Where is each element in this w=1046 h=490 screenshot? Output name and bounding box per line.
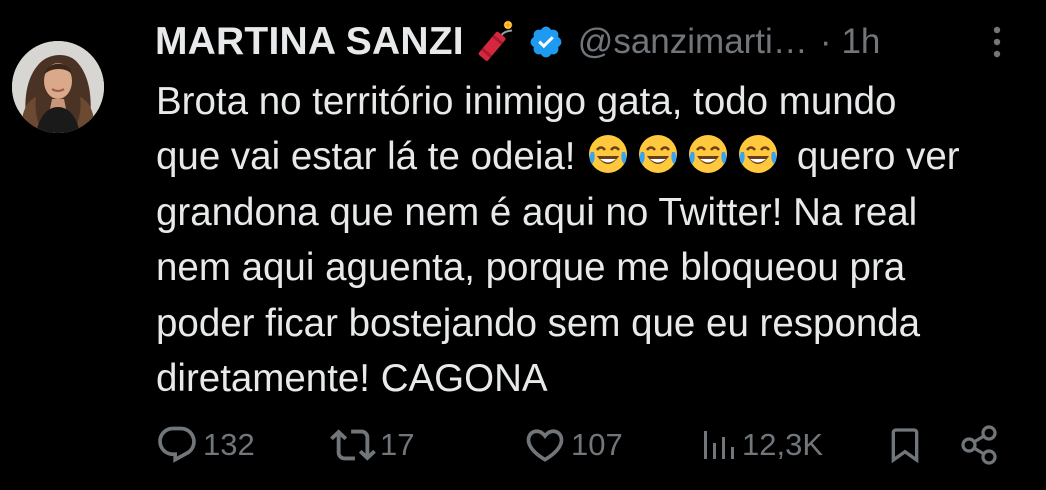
tweet-text-line: que vai estar lá te odeia! quero ver xyxy=(156,129,1026,184)
tears-of-joy-emoji-icon xyxy=(689,135,728,174)
tweet-timestamp[interactable]: 1h xyxy=(841,22,880,62)
tweet-text-line: grandona que nem é aqui no Twitter! Na r… xyxy=(156,190,918,234)
heart-icon xyxy=(526,429,564,462)
tweet-text-line: poder ficar bostejando sem que eu respon… xyxy=(156,301,921,345)
tweet-text: Brota no território inimigo gata, todo m… xyxy=(156,74,1026,406)
author-handle[interactable]: @sanzimarti… xyxy=(578,22,808,62)
like-count: 107 xyxy=(571,427,623,462)
views-count: 12,3K xyxy=(742,427,824,462)
verified-badge-icon[interactable] xyxy=(528,24,564,60)
reply-count: 132 xyxy=(203,427,255,462)
author-name[interactable]: MARTINA SANZI xyxy=(155,20,464,64)
tweet-card[interactable]: MARTINA SANZI @sanzimarti… · 1h Brota no… xyxy=(0,0,1046,490)
bookmark-button[interactable] xyxy=(885,420,925,470)
tweet-text-line: diretamente! CAGONA xyxy=(156,357,548,401)
retweet-icon xyxy=(330,429,376,461)
more-options-icon[interactable] xyxy=(985,22,1009,62)
reply-button[interactable]: 132 xyxy=(155,420,255,470)
bookmark-icon xyxy=(891,428,919,464)
tears-of-joy-emoji-icon xyxy=(739,135,778,174)
views-button[interactable]: 12,3K xyxy=(702,420,823,470)
share-icon xyxy=(961,425,997,465)
avatar[interactable] xyxy=(12,41,104,133)
retweet-button[interactable]: 17 xyxy=(330,420,414,470)
tweet-actions: 132 17 107 12,3K xyxy=(0,420,1046,470)
tweet-text-line: nem aqui aguenta, porque me bloqueou pra xyxy=(156,246,906,290)
firecracker-icon xyxy=(478,20,513,61)
tweet-header: MARTINA SANZI @sanzimarti… · 1h xyxy=(155,14,1015,70)
retweet-count: 17 xyxy=(380,427,415,462)
tweet-text-segment: quero ver xyxy=(796,135,960,179)
avatar-image xyxy=(12,41,104,133)
tweet-text-line: Brota no território inimigo gata, todo m… xyxy=(156,80,897,123)
tweet-text-segment: que vai estar lá te odeia! xyxy=(156,135,576,179)
reply-icon xyxy=(158,426,196,463)
like-button[interactable]: 107 xyxy=(523,420,623,470)
views-icon xyxy=(704,431,734,459)
header-separator: · xyxy=(819,22,832,61)
share-button[interactable] xyxy=(958,420,1002,470)
tears-of-joy-emoji-icon xyxy=(589,135,628,174)
tears-of-joy-emoji-icon xyxy=(639,135,678,174)
